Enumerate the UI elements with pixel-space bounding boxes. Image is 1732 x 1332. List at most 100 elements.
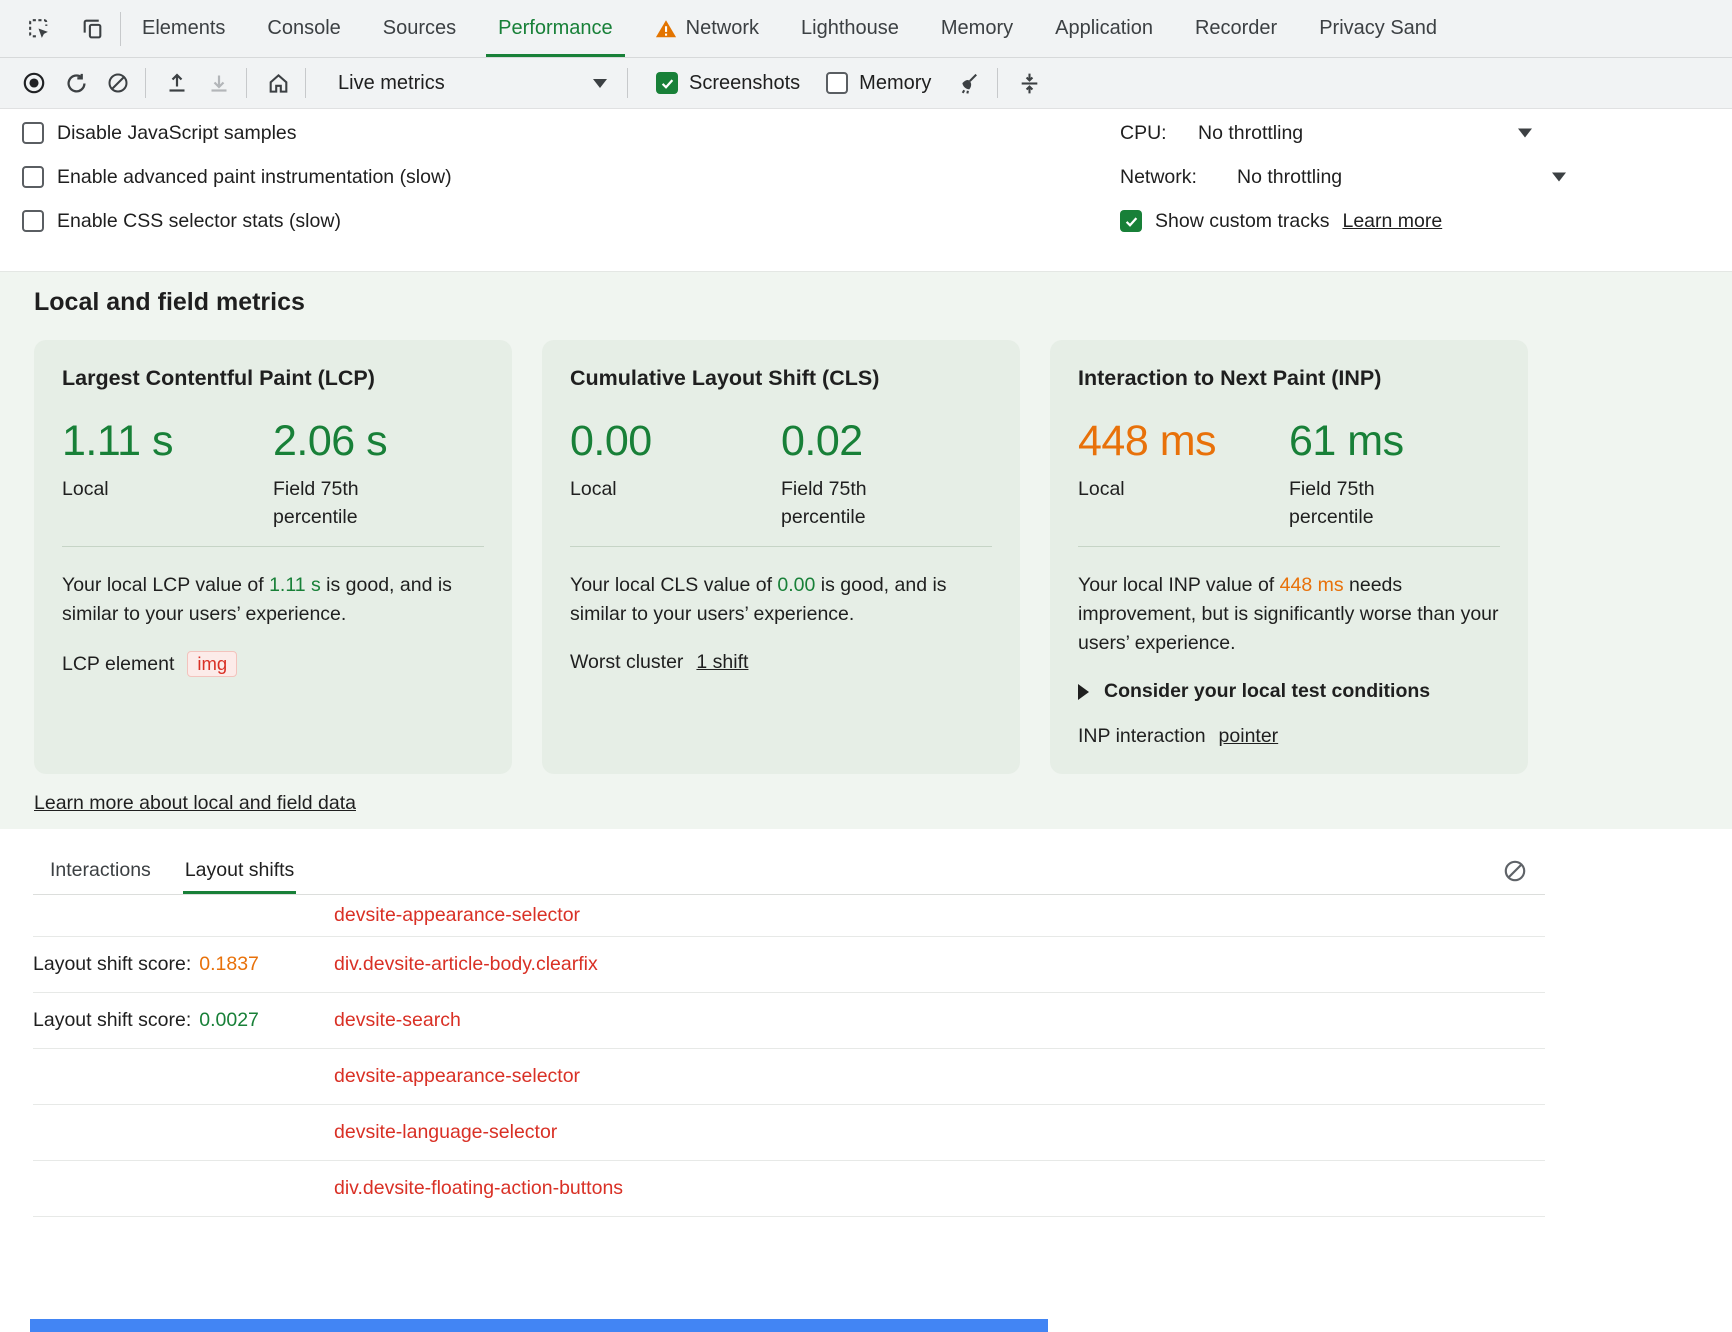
horizontal-scrollbar-thumb[interactable] (30, 1319, 1048, 1332)
tab-network[interactable]: Network (634, 0, 780, 57)
home-button[interactable] (257, 64, 299, 102)
cpu-throttling-select[interactable]: CPU: No throttling (1120, 111, 1560, 155)
clear-cache-button[interactable] (949, 64, 991, 102)
tab-recorder[interactable]: Recorder (1174, 0, 1298, 57)
consider-conditions-toggle[interactable]: Consider your local test conditions (1078, 680, 1500, 703)
memory-checkbox[interactable] (826, 72, 848, 94)
advanced-paint-checkbox[interactable] (22, 166, 44, 188)
network-value: No throttling (1237, 166, 1342, 189)
screenshots-option: Screenshots (656, 72, 800, 95)
performance-toolbar: Live metrics Screenshots Memory (0, 58, 1732, 109)
toolbar-divider (305, 68, 306, 98)
shift-element-link[interactable]: devsite-language-selector (334, 1121, 557, 1144)
tab-label: Console (267, 17, 340, 40)
table-row[interactable]: devsite-language-selector (33, 1105, 1545, 1161)
live-metrics-view: Local and field metrics Largest Contentf… (0, 272, 1732, 829)
home-icon (266, 71, 291, 96)
record-button[interactable] (13, 64, 55, 102)
worst-cluster-label: Worst cluster (570, 651, 683, 674)
card-divider (1078, 546, 1500, 547)
chevron-down-icon (1518, 129, 1532, 138)
field-label: Field 75th percentile (273, 475, 398, 531)
layout-shift-score-label: Layout shift score: (33, 953, 191, 975)
inp-description: Your local INP value of 448 ms needs imp… (1078, 571, 1500, 658)
inspect-button[interactable] (18, 10, 58, 48)
tab-privacy-sandbox[interactable]: Privacy Sand (1298, 0, 1458, 57)
clear-log-button[interactable] (1497, 853, 1533, 889)
broom-icon (958, 71, 983, 96)
tab-memory[interactable]: Memory (920, 0, 1034, 57)
cpu-value: No throttling (1198, 122, 1303, 145)
show-custom-tracks-label: Show custom tracks (1155, 210, 1329, 233)
css-selector-stats-checkbox[interactable] (22, 210, 44, 232)
show-custom-tracks-checkbox[interactable] (1120, 210, 1142, 232)
toolbar-divider (246, 68, 247, 98)
shift-element-link[interactable]: div.devsite-article-body.clearfix (334, 953, 598, 976)
cpu-label: CPU: (1120, 122, 1198, 145)
lcp-element-node-link[interactable]: img (187, 651, 237, 677)
table-row[interactable]: devsite-appearance-selector (33, 895, 1545, 937)
css-selector-stats-label: Enable CSS selector stats (slow) (57, 210, 341, 233)
shift-element-link[interactable]: devsite-search (334, 1009, 461, 1032)
lcp-field-value: 2.06 s (273, 417, 484, 466)
field-label: Field 75th percentile (781, 475, 906, 531)
card-title: Cumulative Layout Shift (CLS) (570, 366, 992, 391)
record-and-reload-button[interactable] (55, 64, 97, 102)
local-label: Local (62, 475, 273, 503)
show-custom-tracks-option: Show custom tracks Learn more (1120, 199, 1560, 243)
clear-button[interactable] (97, 64, 139, 102)
local-label: Local (570, 475, 781, 503)
device-toolbar-button[interactable] (72, 10, 112, 48)
block-icon (1502, 858, 1528, 884)
tab-sources[interactable]: Sources (362, 0, 477, 57)
layout-shift-score-value: 0.1837 (199, 953, 259, 975)
collect-garbage-button[interactable] (1008, 64, 1050, 102)
panel-mode-dropdown[interactable]: Live metrics (316, 64, 621, 102)
tab-label: Performance (498, 17, 613, 40)
tab-layout-shifts[interactable]: Layout shifts (168, 847, 311, 894)
cls-field-value: 0.02 (781, 417, 992, 466)
tab-interactions[interactable]: Interactions (33, 847, 168, 894)
worst-cluster-link[interactable]: 1 shift (696, 651, 748, 674)
metric-cards: Largest Contentful Paint (LCP) 1.11 s Lo… (34, 340, 1732, 774)
tab-label: Elements (142, 17, 225, 40)
layout-shift-score-value: 0.0027 (199, 1009, 259, 1031)
tab-application[interactable]: Application (1034, 0, 1174, 57)
shift-element-link[interactable]: div.devsite-floating-action-buttons (334, 1177, 623, 1200)
inspect-icon (26, 16, 51, 41)
inp-field-value: 61 ms (1289, 417, 1500, 466)
tab-console[interactable]: Console (246, 0, 361, 57)
network-label: Network: (1120, 166, 1237, 189)
check-icon (1124, 214, 1139, 229)
save-profile-button[interactable] (198, 64, 240, 102)
learn-more-link[interactable]: Learn more (1342, 210, 1442, 233)
tab-elements[interactable]: Elements (121, 0, 246, 57)
tab-lighthouse[interactable]: Lighthouse (780, 0, 920, 57)
shift-element-link[interactable]: devsite-appearance-selector (334, 1065, 580, 1088)
tab-label: Lighthouse (801, 17, 899, 40)
reload-icon (64, 71, 89, 96)
screenshots-checkbox[interactable] (656, 72, 678, 94)
table-row[interactable]: Layout shift score: 0.1837 div.devsite-ar… (33, 937, 1545, 993)
tab-label: Memory (941, 17, 1013, 40)
table-row[interactable]: div.devsite-floating-action-buttons (33, 1161, 1545, 1217)
disable-js-samples-checkbox[interactable] (22, 122, 44, 144)
tab-label: Application (1055, 17, 1153, 40)
card-title: Largest Contentful Paint (LCP) (62, 366, 484, 391)
device-toolbar-icon (80, 16, 105, 41)
learn-more-field-data-link[interactable]: Learn more about local and field data (34, 792, 356, 815)
load-profile-button[interactable] (156, 64, 198, 102)
table-row[interactable]: devsite-appearance-selector (33, 1049, 1545, 1105)
lcp-element-label: LCP element (62, 653, 174, 676)
shift-element-link[interactable]: devsite-appearance-selector (334, 904, 580, 927)
field-label: Field 75th percentile (1289, 475, 1414, 531)
collect-garbage-icon (1017, 71, 1042, 96)
inp-interaction-link[interactable]: pointer (1219, 725, 1279, 748)
table-row[interactable]: Layout shift score:0.0027 devsite-search (33, 993, 1545, 1049)
tab-performance[interactable]: Performance (477, 0, 634, 57)
logs-section: Interactions Layout shifts devsite-appea… (0, 829, 1732, 1217)
triangle-right-icon (1078, 684, 1089, 700)
network-throttling-select[interactable]: Network: No throttling (1120, 155, 1560, 199)
tab-label: Network (686, 17, 759, 40)
memory-label: Memory (859, 72, 931, 95)
